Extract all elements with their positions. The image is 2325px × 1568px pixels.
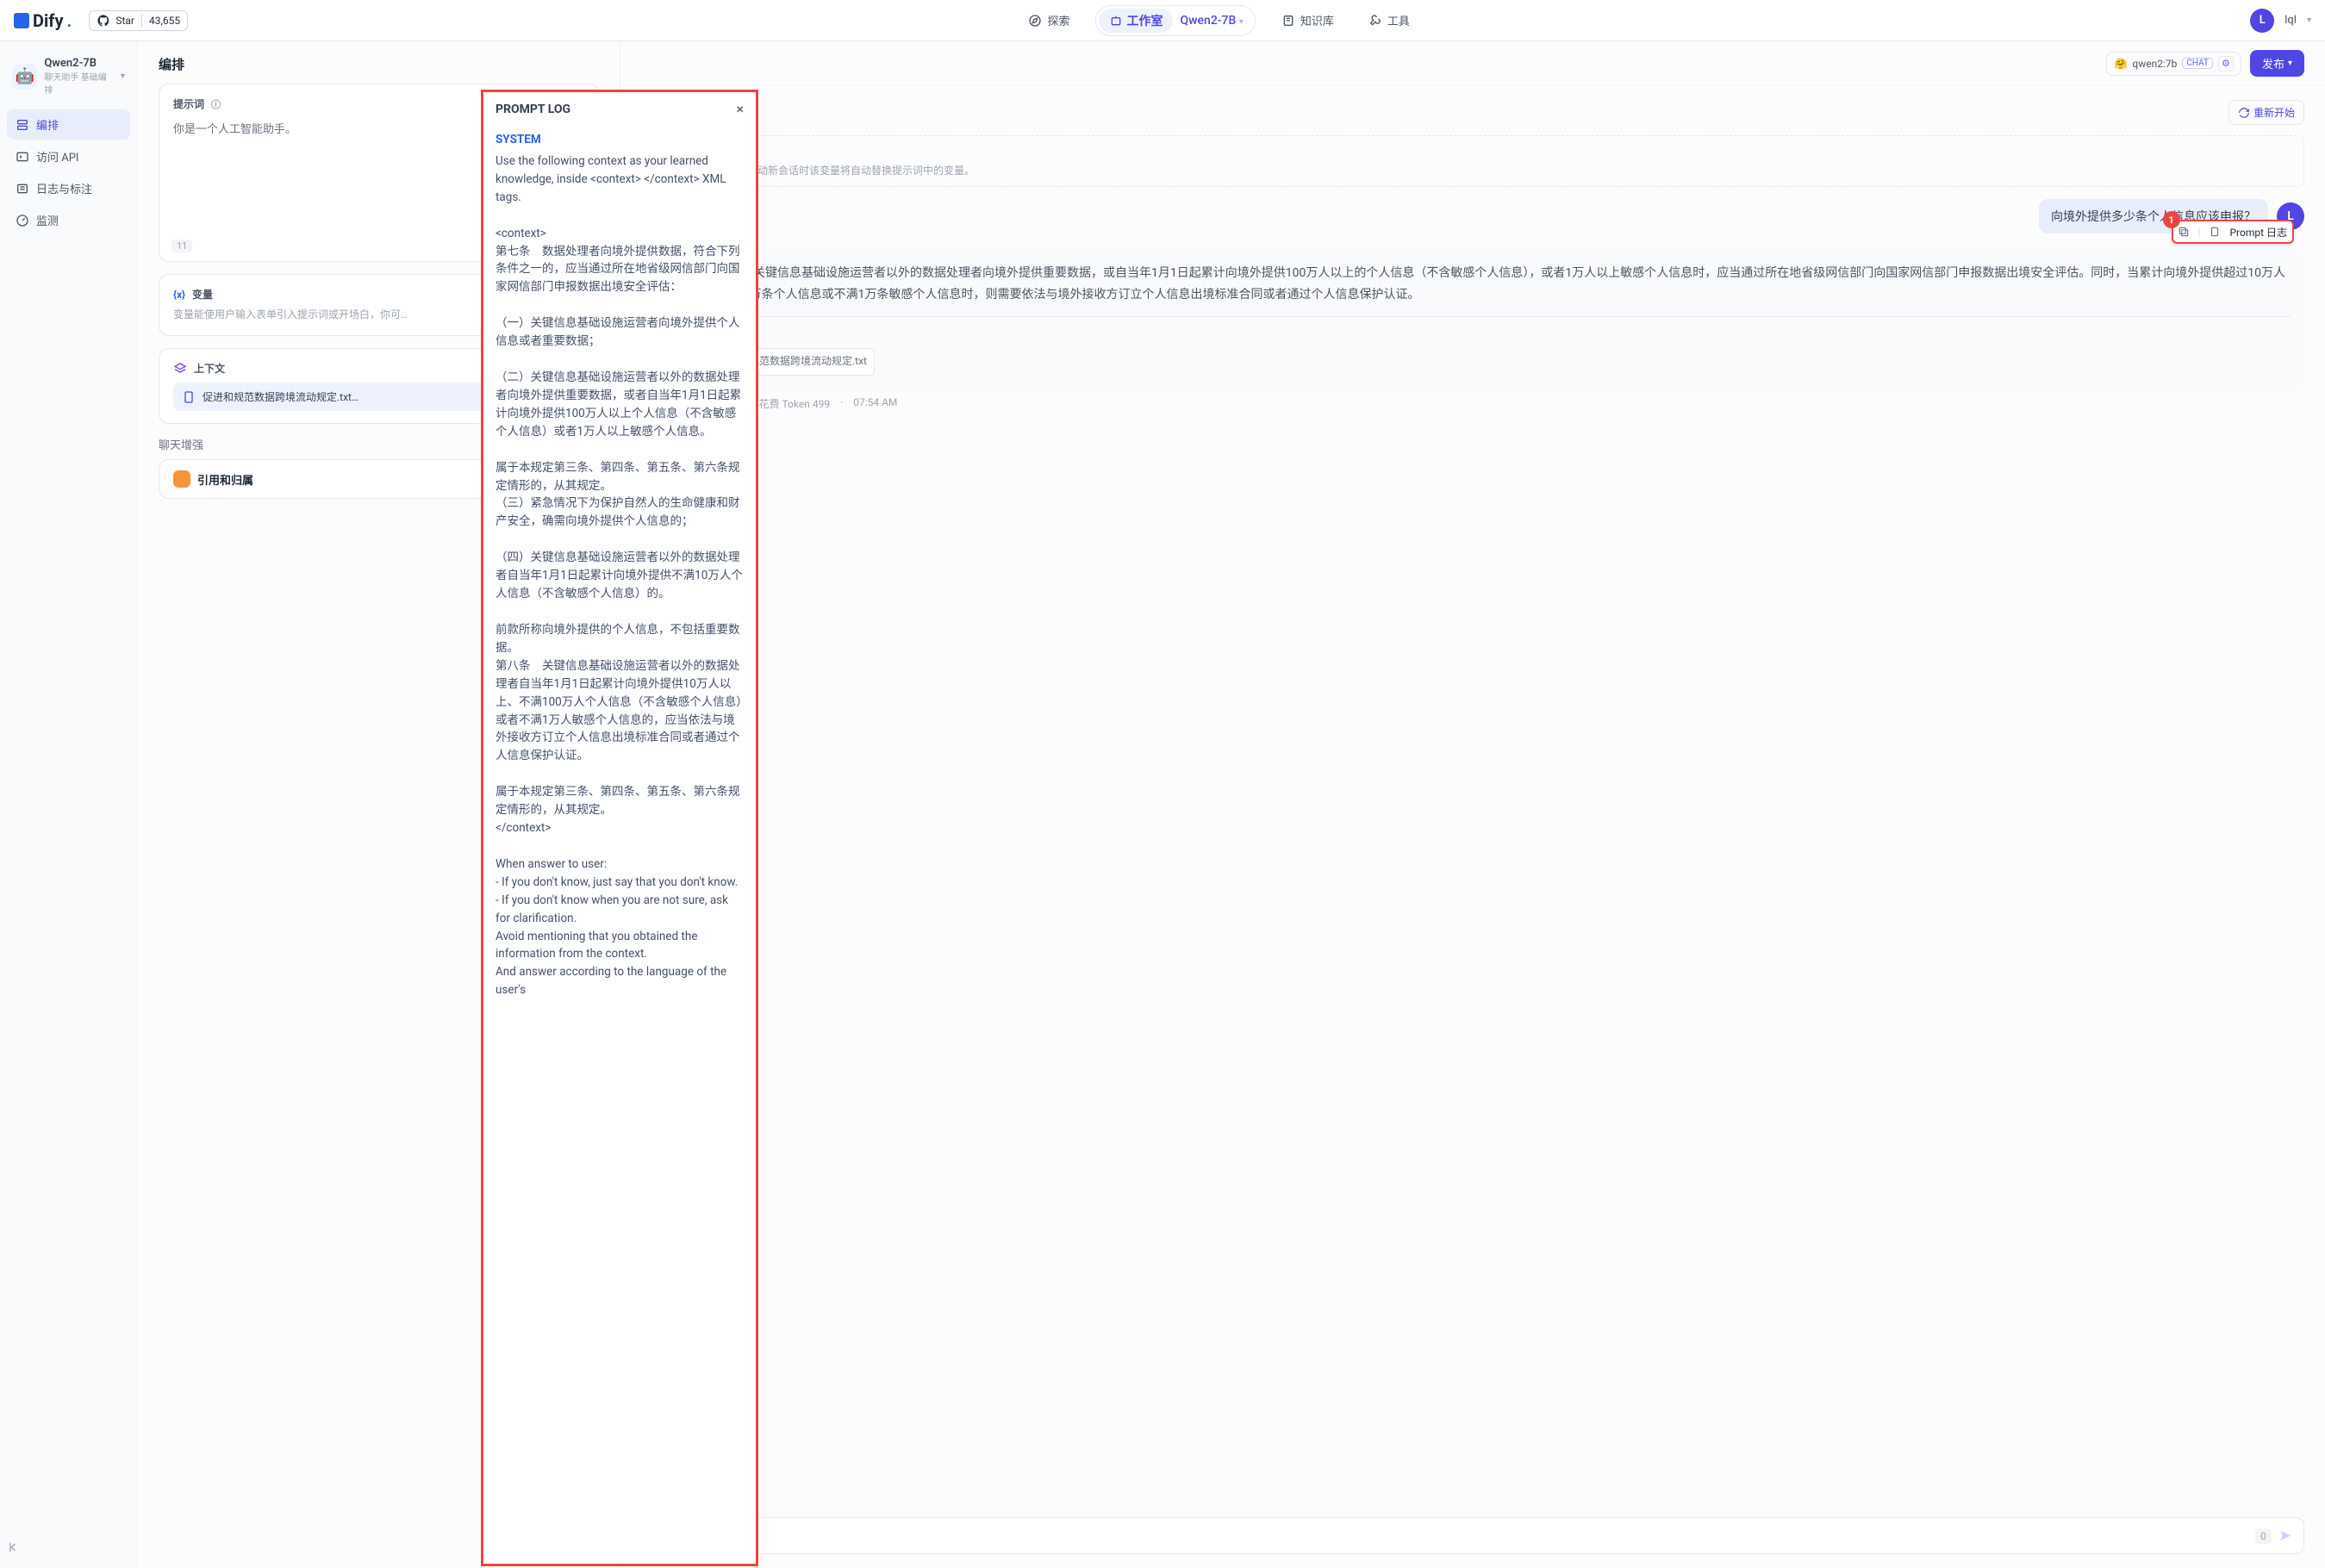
- prompt-log-title: PROMPT LOG: [496, 103, 570, 116]
- restart-button[interactable]: 重新开始: [2228, 100, 2304, 125]
- chevron-down-icon: ▾: [121, 72, 125, 81]
- log-ans4: And answer according to the language of …: [496, 965, 726, 997]
- app-header: Dify. Star 43,655 探索 工作室 Qwen2-7B ▾ 知识库 …: [0, 0, 2325, 41]
- sidebar-item-orchestration[interactable]: 编排: [7, 109, 130, 140]
- sidebar-item-monitor[interactable]: 监测: [7, 205, 130, 235]
- log-intro: Use the following context as your learne…: [496, 154, 726, 204]
- hint-desc: 填入变量的值。每次启动新会话时该变量将自动替换提示词中的变量。: [654, 163, 2291, 177]
- log-p3: （二）关键信息基础设施运营者以外的数据处理者向境外提供重要数据，或者自当年1月1…: [496, 370, 741, 439]
- logo[interactable]: Dify.: [14, 10, 72, 31]
- nav-explore[interactable]: 探索: [1019, 9, 1078, 32]
- robot-icon: [1109, 14, 1123, 28]
- app-name: Qwen2-7B: [44, 57, 114, 70]
- log-p2: （一）关键信息基础设施运营者向境外提供个人信息或者重要数据；: [496, 316, 740, 348]
- chevron-down-icon[interactable]: ▾: [2307, 16, 2311, 25]
- chat-input[interactable]: 0 ➤: [641, 1517, 2304, 1554]
- preview-toolbar: 🤗 qwen2:7b CHAT ⚙ 发布 ▾: [620, 41, 2325, 86]
- main-content: 编排 提示词 ⓘ 你是一个人工智能助手。 11 {x} 变量 变量能使用户输入表…: [138, 41, 2325, 1568]
- log-p6: （四）关键信息基础设施运营者以外的数据处理者自当年1月1日起累计向境外提供不满1…: [496, 551, 743, 600]
- gauge-icon: [16, 214, 29, 227]
- chevron-left-icon: [7, 1540, 21, 1554]
- log-p7: 前款所称向境外提供的个人信息，不包括重要数据。: [496, 623, 740, 655]
- prompt-label: 提示词: [173, 96, 204, 111]
- prompt-log-tooltip[interactable]: 1 | Prompt 日志: [2172, 220, 2294, 244]
- app-emoji-icon: 🤖: [12, 64, 37, 90]
- model-name: qwen2:7b: [2132, 58, 2177, 70]
- log-ans2: - If you don't know when you are not sur…: [496, 893, 728, 925]
- system-heading: SYSTEM: [496, 131, 744, 149]
- layout-icon: [16, 118, 29, 132]
- github-star-button[interactable]: Star 43,655: [89, 10, 188, 31]
- close-icon[interactable]: ×: [737, 101, 745, 117]
- compass-icon: [1028, 14, 1042, 28]
- model-emoji-icon: 🤗: [2114, 58, 2127, 70]
- terminal-icon: [16, 150, 29, 164]
- log-ans-intro: When answer to user:: [496, 857, 607, 871]
- preview-column: 🤗 qwen2:7b CHAT ⚙ 发布 ▾ 调试与预览 重新开始: [620, 41, 2325, 1568]
- nav-workspace-pill: 工作室 Qwen2-7B ▾: [1095, 5, 1255, 36]
- context-label: 上下文: [194, 361, 225, 376]
- app-selector[interactable]: 🤖 Qwen2-7B 聊天助手 基础编排 ▾: [7, 52, 130, 101]
- app-subtitle: 聊天助手 基础编排: [44, 70, 114, 96]
- bot-bubble: 根据规定，关键信息基础设施运营者以外的数据处理者向境外提供重要数据，或自当年1月…: [679, 249, 2304, 389]
- copy-icon[interactable]: [2176, 224, 2191, 240]
- logo-mark-icon: [14, 13, 29, 28]
- nav-right: L lql ▾: [2250, 9, 2311, 33]
- chat-badge: CHAT: [2182, 58, 2213, 69]
- bot-meta: 耗时 2.13 秒 · 花费 Token 499 · 07:54 AM: [679, 396, 2304, 411]
- prompt-log-panel: PROMPT LOG × SYSTEM Use the following co…: [481, 90, 758, 1566]
- nav-app-breadcrumb[interactable]: Qwen2-7B ▾: [1175, 10, 1251, 31]
- nav-knowledge-base[interactable]: 知识库: [1273, 9, 1343, 32]
- username-label: lql: [2284, 14, 2297, 27]
- sidebar-item-api[interactable]: 访问 API: [7, 141, 130, 171]
- publish-button[interactable]: 发布 ▾: [2250, 50, 2304, 77]
- token-counter: 0: [2255, 1528, 2272, 1544]
- nav-center: 探索 工作室 Qwen2-7B ▾ 知识库 工具: [188, 5, 2250, 36]
- quote-icon: [173, 470, 190, 488]
- nav-workspace[interactable]: 工作室: [1099, 9, 1173, 33]
- sidebar-item-logs[interactable]: 日志与标注: [7, 173, 130, 203]
- model-selector[interactable]: 🤗 qwen2:7b CHAT ⚙: [2106, 52, 2241, 76]
- variables-label: 变量: [192, 287, 213, 302]
- log-p9: 属于本规定第三条、第四条、第五条、第六条规定情形的，从其规定。: [496, 785, 740, 817]
- ctx-open: <context>: [496, 227, 546, 240]
- book-icon: [1281, 14, 1295, 28]
- citation-label: 引用和归属: [197, 471, 253, 488]
- bot-answer-text: 根据规定，关键信息基础设施运营者以外的数据处理者向境外提供重要数据，或自当年1月…: [693, 263, 2291, 306]
- github-star-count: 43,655: [141, 15, 180, 27]
- sidebar: 🤖 Qwen2-7B 聊天助手 基础编排 ▾ 编排 访问 API 日志与标注 监…: [0, 41, 138, 1568]
- log-p5: （三）紧急情况下为保护自然人的生命健康和财产安全，确需向境外提供个人信息的；: [496, 496, 740, 528]
- badge-number: 1: [2163, 211, 2180, 228]
- log-ans1: - If you don't know, just say that you d…: [496, 875, 738, 889]
- refresh-icon: [2238, 107, 2250, 119]
- prompt-log-label: Prompt 日志: [2229, 225, 2287, 240]
- document-icon: [2207, 224, 2222, 240]
- list-icon: [16, 182, 29, 196]
- github-star-label: Star: [115, 15, 134, 27]
- prompt-log-body[interactable]: SYSTEM Use the following context as your…: [483, 126, 756, 1564]
- collapse-sidebar-button[interactable]: [7, 1540, 24, 1558]
- wrench-icon: [1368, 14, 1382, 28]
- bot-message: 🤖 1 | Prompt 日志: [641, 249, 2304, 411]
- col-title: 编排: [159, 55, 599, 73]
- log-p4: 属于本规定第三条、第四条、第五条、第六条规定情形的，从其规定。: [496, 461, 740, 493]
- tune-icon[interactable]: ⚙: [2218, 56, 2234, 72]
- log-p8: 第八条 关键信息基础设施运营者以外的数据处理者自当年1月1日起累计向境外提供10…: [496, 659, 742, 763]
- line-count-badge: 11: [171, 240, 192, 252]
- user-input-hint: —用户输入 填入变量的值。每次启动新会话时该变量将自动替换提示词中的变量。: [641, 135, 2304, 187]
- layers-icon: [173, 362, 187, 376]
- quote-label: 引用: [693, 324, 2291, 343]
- log-p1: 第七条 数据处理者向境外提供数据，符合下列条件之一的，应当通过所在地省级网信部门…: [496, 245, 740, 295]
- github-icon: [97, 14, 110, 28]
- user-avatar[interactable]: L: [2250, 9, 2274, 33]
- help-icon[interactable]: ⓘ: [211, 97, 221, 111]
- nav-tools[interactable]: 工具: [1360, 9, 1418, 32]
- user-message: 向境外提供多少条个人信息应该申报？ L: [641, 199, 2304, 233]
- logo-text: Dify: [33, 10, 64, 31]
- log-ans3: Avoid mentioning that you obtained the i…: [496, 930, 697, 961]
- chat-input-field[interactable]: [654, 1529, 2248, 1543]
- file-icon: [182, 390, 196, 404]
- send-icon[interactable]: ➤: [2278, 1527, 2291, 1545]
- ctx-close: </context>: [496, 821, 551, 835]
